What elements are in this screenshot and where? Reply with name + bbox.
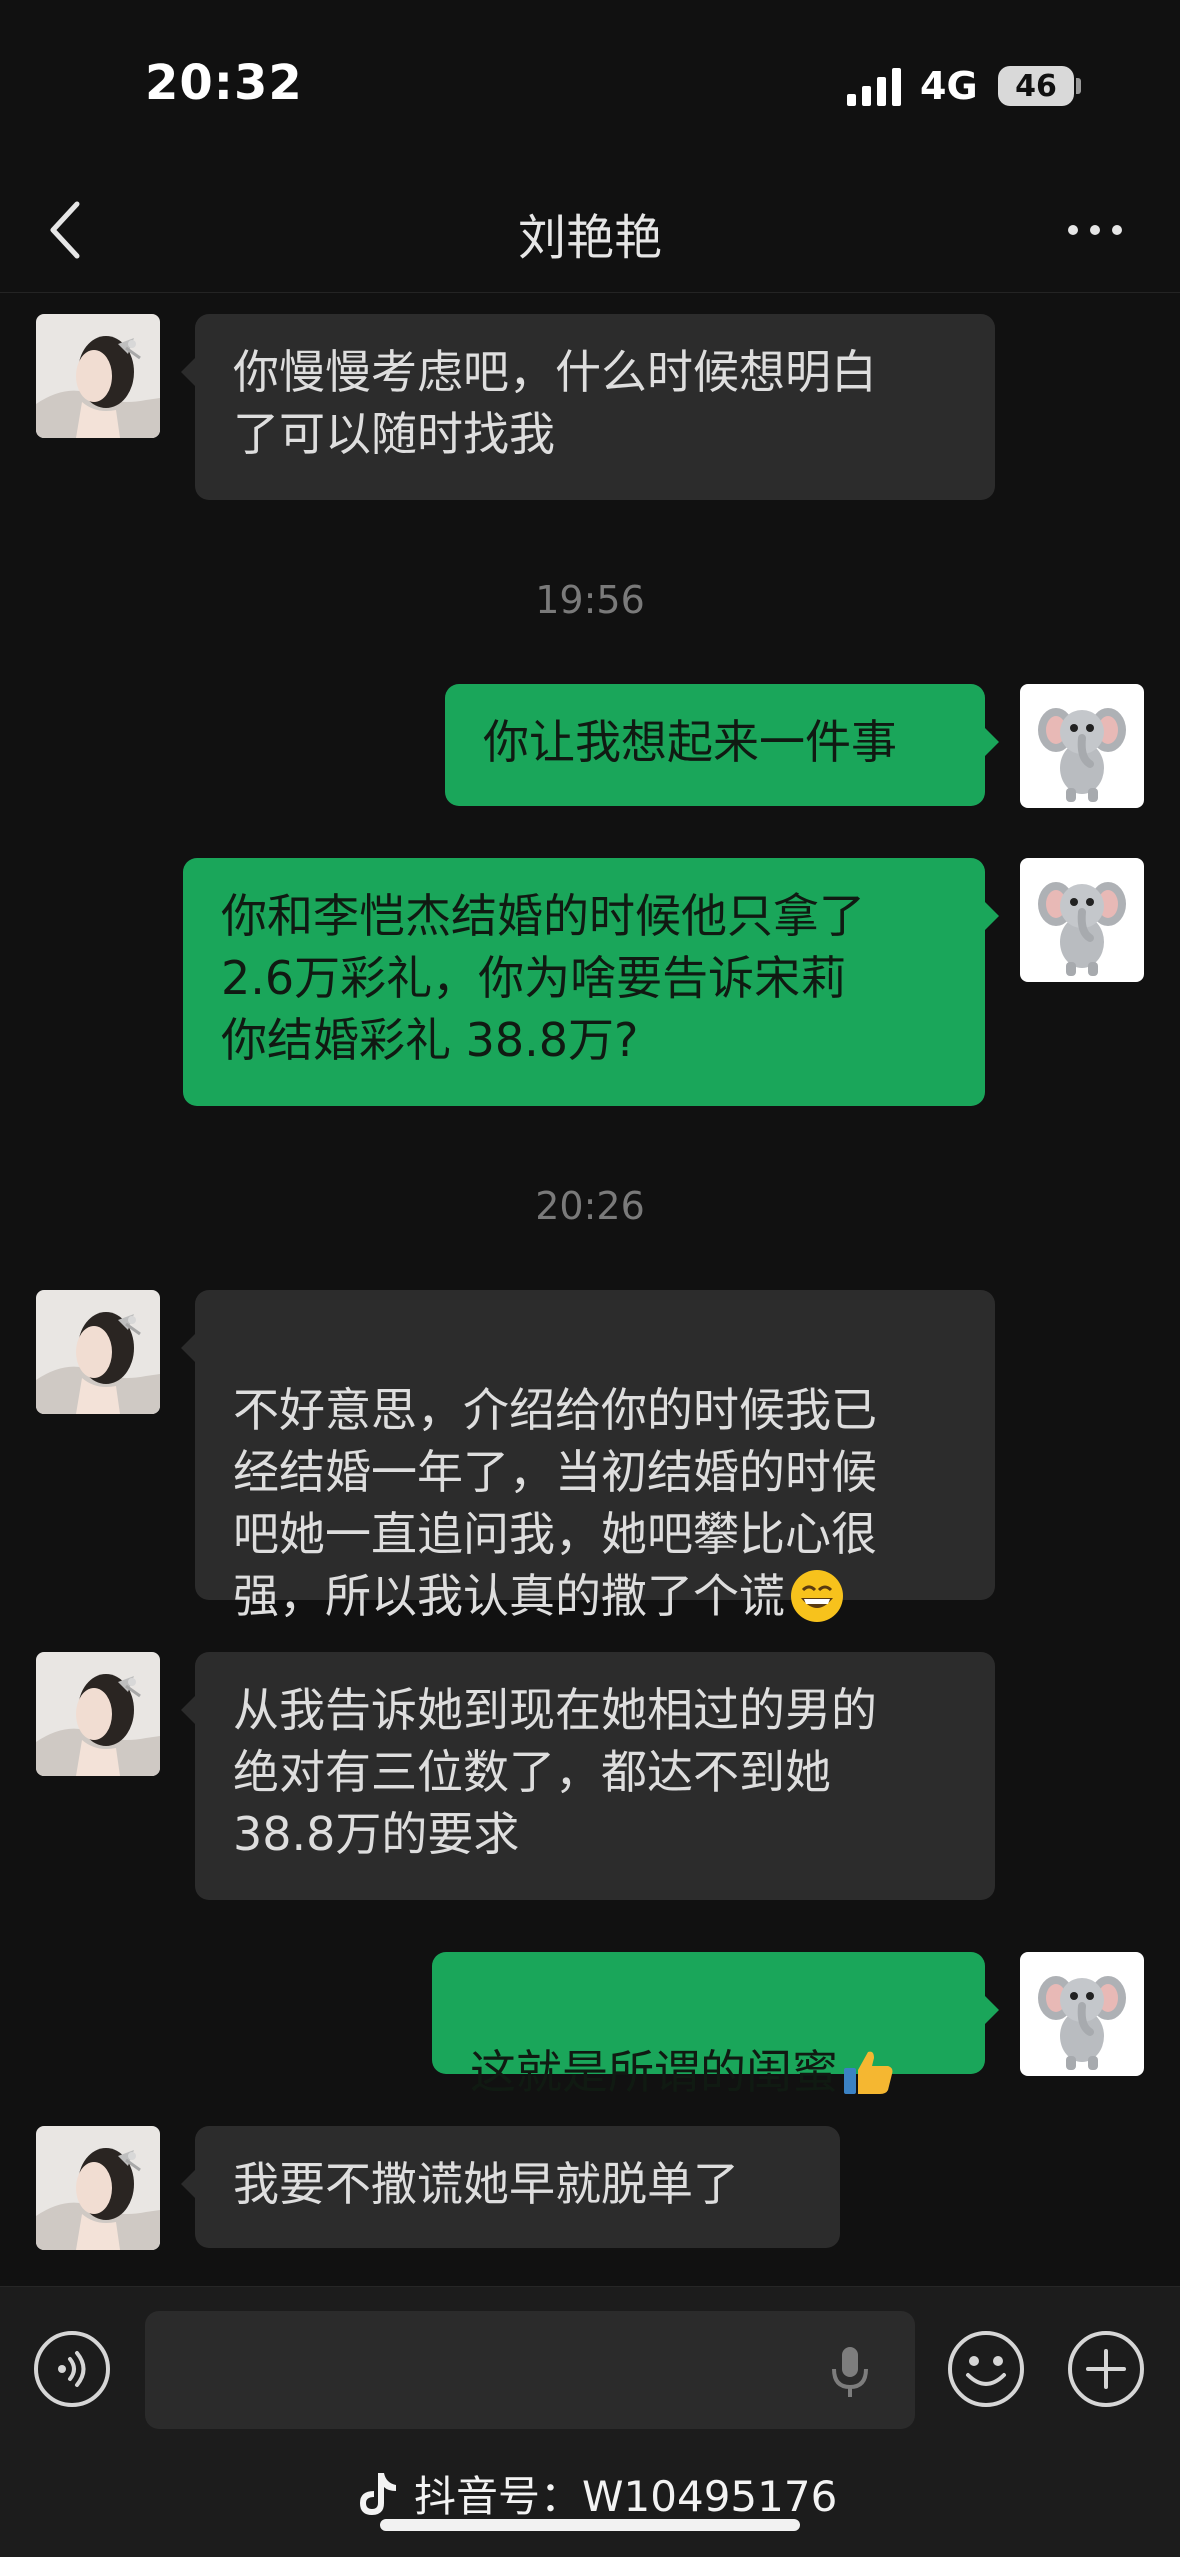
voice-icon[interactable] — [32, 2329, 112, 2409]
watermark-text: 抖音号：W10495176 — [414, 2472, 838, 2521]
message-bubble-outgoing[interactable]: 这就是所谓的闺蜜 — [432, 1952, 999, 2099]
message-input[interactable] — [145, 2311, 915, 2429]
message-bubble-outgoing[interactable]: 你和李恺杰结婚的时候他只拿了 2.6万彩礼，你为啥要告诉宋莉 你结婚彩礼 38.… — [183, 858, 999, 1106]
message-text: 不好意思，介绍给你的时候我已 经结婚一年了，当初结婚的时候 吧她一直追问我，她吧… — [233, 1383, 877, 1623]
timestamp: 20:26 — [535, 1184, 645, 1228]
home-indicator — [380, 2519, 800, 2531]
my-avatar[interactable] — [1020, 684, 1144, 808]
my-avatar[interactable] — [1020, 1952, 1144, 2076]
message-text: 这就是所谓的闺蜜 — [470, 2045, 838, 2099]
contact-avatar[interactable] — [36, 1290, 160, 1414]
message-bubble-incoming[interactable]: 你慢慢考虑吧，什么时候想明白 了可以随时找我 — [181, 314, 995, 500]
timestamp: 19:56 — [535, 578, 645, 622]
input-bar: 抖音号：W10495176 — [0, 2286, 1180, 2557]
message-bubble-outgoing[interactable]: 你让我想起来一件事 — [445, 684, 999, 806]
contact-avatar[interactable] — [36, 314, 160, 438]
status-time: 20:32 — [145, 55, 303, 111]
signal-icon — [847, 68, 901, 106]
thumbs-up-emoji — [844, 2051, 893, 2094]
chat-title: 刘艳艳 — [517, 210, 662, 266]
douyin-watermark: 抖音号：W10495176 — [350, 2463, 837, 2524]
emoji-icon[interactable] — [946, 2329, 1026, 2409]
network-label: 4G — [920, 64, 978, 108]
nav-bar: 刘艳艳 — [0, 170, 1180, 293]
battery-indicator: 46 — [998, 66, 1074, 106]
status-bar: 20:32 4G 46 — [0, 0, 1180, 170]
microphone-icon[interactable] — [820, 2341, 880, 2401]
grinning-face-emoji — [791, 1569, 843, 1622]
message-bubble-incoming[interactable]: 我要不撒谎她早就脱单了 — [181, 2126, 840, 2248]
contact-avatar[interactable] — [36, 1652, 160, 1776]
plus-icon[interactable] — [1066, 2329, 1146, 2409]
message-bubble-incoming[interactable]: 从我告诉她到现在她相过的男的 绝对有三位数了，都达不到她 38.8万的要求 — [181, 1652, 995, 1900]
battery-tip — [1076, 78, 1081, 94]
contact-avatar[interactable] — [36, 2126, 160, 2250]
my-avatar[interactable] — [1020, 858, 1144, 982]
more-options-icon[interactable] — [1065, 220, 1125, 240]
douyin-logo-icon — [360, 2472, 396, 2515]
message-bubble-incoming[interactable]: 不好意思，介绍给你的时候我已 经结婚一年了，当初结婚的时候 吧她一直追问我，她吧… — [181, 1290, 995, 1623]
